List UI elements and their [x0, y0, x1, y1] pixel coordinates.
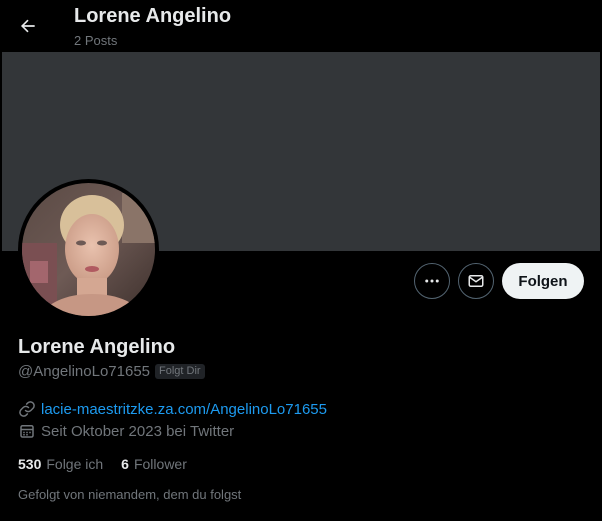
profile-handle: @AngelinoLo71655	[18, 363, 151, 380]
joined-date: Seit Oktober 2023 bei Twitter	[41, 422, 235, 440]
follows-you-badge: Folgt Dir	[155, 364, 205, 379]
message-button[interactable]	[458, 263, 494, 299]
header-posts-count: 2 Posts	[74, 33, 118, 48]
header-title: Lorene Angelino	[74, 5, 232, 27]
followed-by-text: Gefolgt von niemandem, dem du folgst	[18, 487, 242, 502]
follow-button[interactable]: Folgen	[502, 263, 584, 299]
followers-count: 6	[121, 456, 129, 472]
following-label: Folge ich	[46, 456, 104, 472]
profile-display-name: Lorene Angelino	[18, 336, 176, 358]
avatar-photo	[22, 183, 155, 316]
avatar[interactable]	[18, 179, 159, 320]
followers-label: Follower	[133, 456, 187, 472]
following-link[interactable]: 530 Folge ich	[18, 456, 103, 472]
arrow-left-icon	[20, 19, 35, 33]
more-button[interactable]	[414, 263, 450, 299]
followers-link[interactable]: 6 Follower	[121, 456, 187, 472]
website-link[interactable]: lacie-maestritzke.za.com/AngelinoLo71655	[41, 401, 327, 418]
back-button[interactable]	[10, 8, 46, 44]
mail-icon	[468, 275, 484, 287]
website-row: lacie-maestritzke.za.com/AngelinoLo71655	[18, 400, 327, 418]
profile-stats: 530 Folge ich 6 Follower	[18, 456, 187, 472]
following-count: 530	[18, 456, 42, 472]
more-horizontal-icon	[425, 279, 439, 283]
profile-page: Lorene Angelino 2 Posts Folgen Lorene An…	[0, 0, 602, 521]
handle-row: @AngelinoLo71655 Folgt Dir	[18, 363, 205, 380]
top-bar: Lorene Angelino 2 Posts	[0, 0, 602, 52]
calendar-icon	[18, 422, 36, 440]
joined-row: Seit Oktober 2023 bei Twitter	[18, 422, 234, 440]
link-icon	[18, 400, 36, 418]
